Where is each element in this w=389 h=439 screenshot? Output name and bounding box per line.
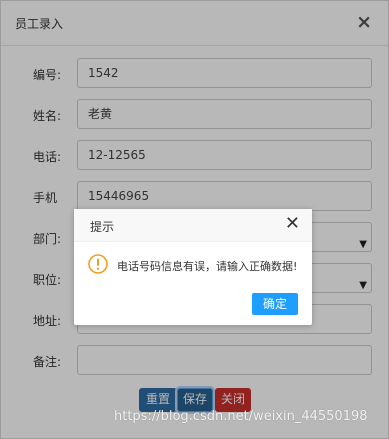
close-icon[interactable]: ✕ [285,215,300,233]
alert-title: 提示 [90,220,115,234]
warning-icon [88,254,108,274]
watermark-url: https://blog.csdn.net/weixin_44550198 [114,409,368,424]
ok-button[interactable]: 确定 [252,293,298,315]
alert-dialog: 提示 ✕ 电话号码信息有误，请输入正确数据! 确定 [74,209,312,325]
alert-header: 提示 ✕ [74,209,312,242]
alert-message: 电话号码信息有误，请输入正确数据! [117,260,298,273]
